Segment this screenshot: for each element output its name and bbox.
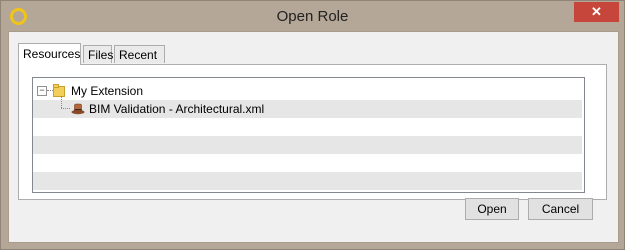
dialog-window: Open Role ✕ Resources Files Recent − My … (0, 0, 625, 250)
tree-row-folder[interactable]: − My Extension (33, 82, 582, 100)
folder-icon (53, 84, 65, 97)
close-button[interactable]: ✕ (574, 2, 619, 22)
tree-row-empty (33, 172, 582, 190)
role-hat-icon (71, 103, 85, 115)
tree-connector (61, 108, 70, 109)
resources-panel: − My Extension BIM Validation - Architec… (18, 64, 607, 200)
open-button[interactable]: Open (465, 198, 519, 220)
folder-label: My Extension (71, 84, 144, 98)
collapse-toggle[interactable]: − (37, 86, 47, 96)
tab-files[interactable]: Files (83, 45, 113, 63)
title-bar[interactable]: Open Role ✕ (1, 1, 624, 31)
tab-recent[interactable]: Recent (114, 45, 165, 63)
dialog-body: Resources Files Recent − My Extension BI… (8, 31, 619, 243)
tree-row-item[interactable]: BIM Validation - Architectural.xml (33, 96, 582, 118)
tab-resources[interactable]: Resources (18, 43, 81, 65)
window-title: Open Role (276, 8, 349, 25)
cancel-button[interactable]: Cancel (528, 198, 593, 220)
tree-row-empty (33, 136, 582, 154)
tree-row-empty (33, 118, 582, 136)
resource-tree[interactable]: − My Extension BIM Validation - Architec… (32, 77, 585, 193)
tree-row-empty (33, 154, 582, 172)
tree-connector-vertical (61, 96, 62, 108)
item-label: BIM Validation - Architectural.xml (89, 102, 265, 116)
